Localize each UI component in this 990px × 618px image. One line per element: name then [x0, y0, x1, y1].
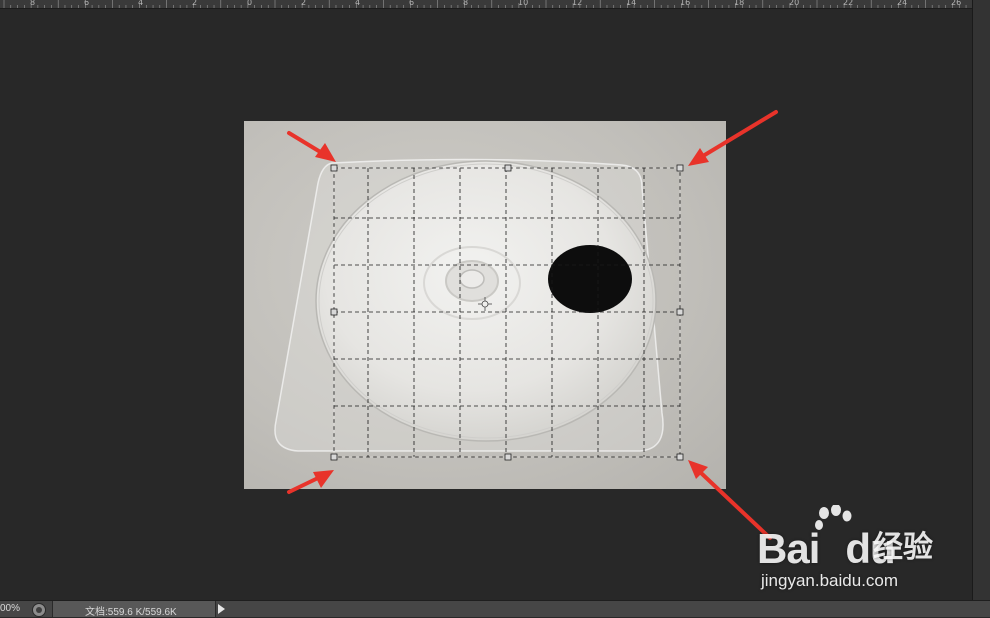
- ruler-label: 2: [192, 0, 198, 7]
- transform-grid[interactable]: [244, 121, 726, 489]
- document-canvas[interactable]: [244, 121, 726, 489]
- ruler-label: 20: [789, 0, 800, 7]
- zoom-level[interactable]: 00%: [0, 603, 20, 614]
- ruler-label: 4: [355, 0, 361, 7]
- handle-top-left[interactable]: [330, 164, 338, 172]
- watermark-cn: 经验: [873, 531, 933, 564]
- ruler-label: 12: [572, 0, 583, 7]
- vertical-scrollbar[interactable]: [972, 0, 990, 600]
- ruler-label: 6: [409, 0, 415, 7]
- baidu-paw-icon: [815, 505, 852, 530]
- ruler-ticks: [3, 0, 967, 8]
- ruler-label: 18: [734, 0, 745, 7]
- reference-point-icon[interactable]: [478, 297, 492, 311]
- play-arrow-icon[interactable]: [218, 604, 225, 614]
- watermark-url: jingyan.baidu.com: [761, 571, 899, 590]
- status-bar: 00% 文档:559.6 K/559.6K: [0, 600, 990, 618]
- ruler-label: 4: [138, 0, 144, 7]
- handle-middle-right[interactable]: [676, 308, 684, 316]
- handle-top-right[interactable]: [676, 164, 684, 172]
- ruler-label: 8: [30, 0, 36, 7]
- handle-bottom-center[interactable]: [504, 453, 512, 461]
- transform-handles: [330, 164, 684, 461]
- baidu-jingyan-watermark: Bai du 经验 jingyan.baidu.com: [755, 505, 955, 595]
- ruler-label: 6: [84, 0, 90, 7]
- ruler-label: 16: [680, 0, 691, 7]
- ruler-label: 10: [518, 0, 529, 7]
- top-ruler[interactable]: 8 6 4 2 0 2 4 6 8 10 12 14 16 18 20 22 2…: [0, 0, 972, 9]
- handle-middle-left[interactable]: [330, 308, 338, 316]
- handle-bottom-left[interactable]: [330, 453, 338, 461]
- ruler-label: 22: [843, 0, 854, 7]
- ruler-label: 14: [626, 0, 637, 7]
- ruler-label: 0: [247, 0, 253, 7]
- ruler-label: 8: [463, 0, 469, 7]
- handle-top-center[interactable]: [504, 164, 512, 172]
- ruler-label: 24: [897, 0, 908, 7]
- ruler-label: 26: [951, 0, 962, 7]
- status-circle-icon[interactable]: [32, 603, 46, 617]
- ruler-label: 2: [301, 0, 307, 7]
- doc-info-field: 文档:559.6 K/559.6K: [52, 601, 216, 618]
- handle-bottom-right[interactable]: [676, 453, 684, 461]
